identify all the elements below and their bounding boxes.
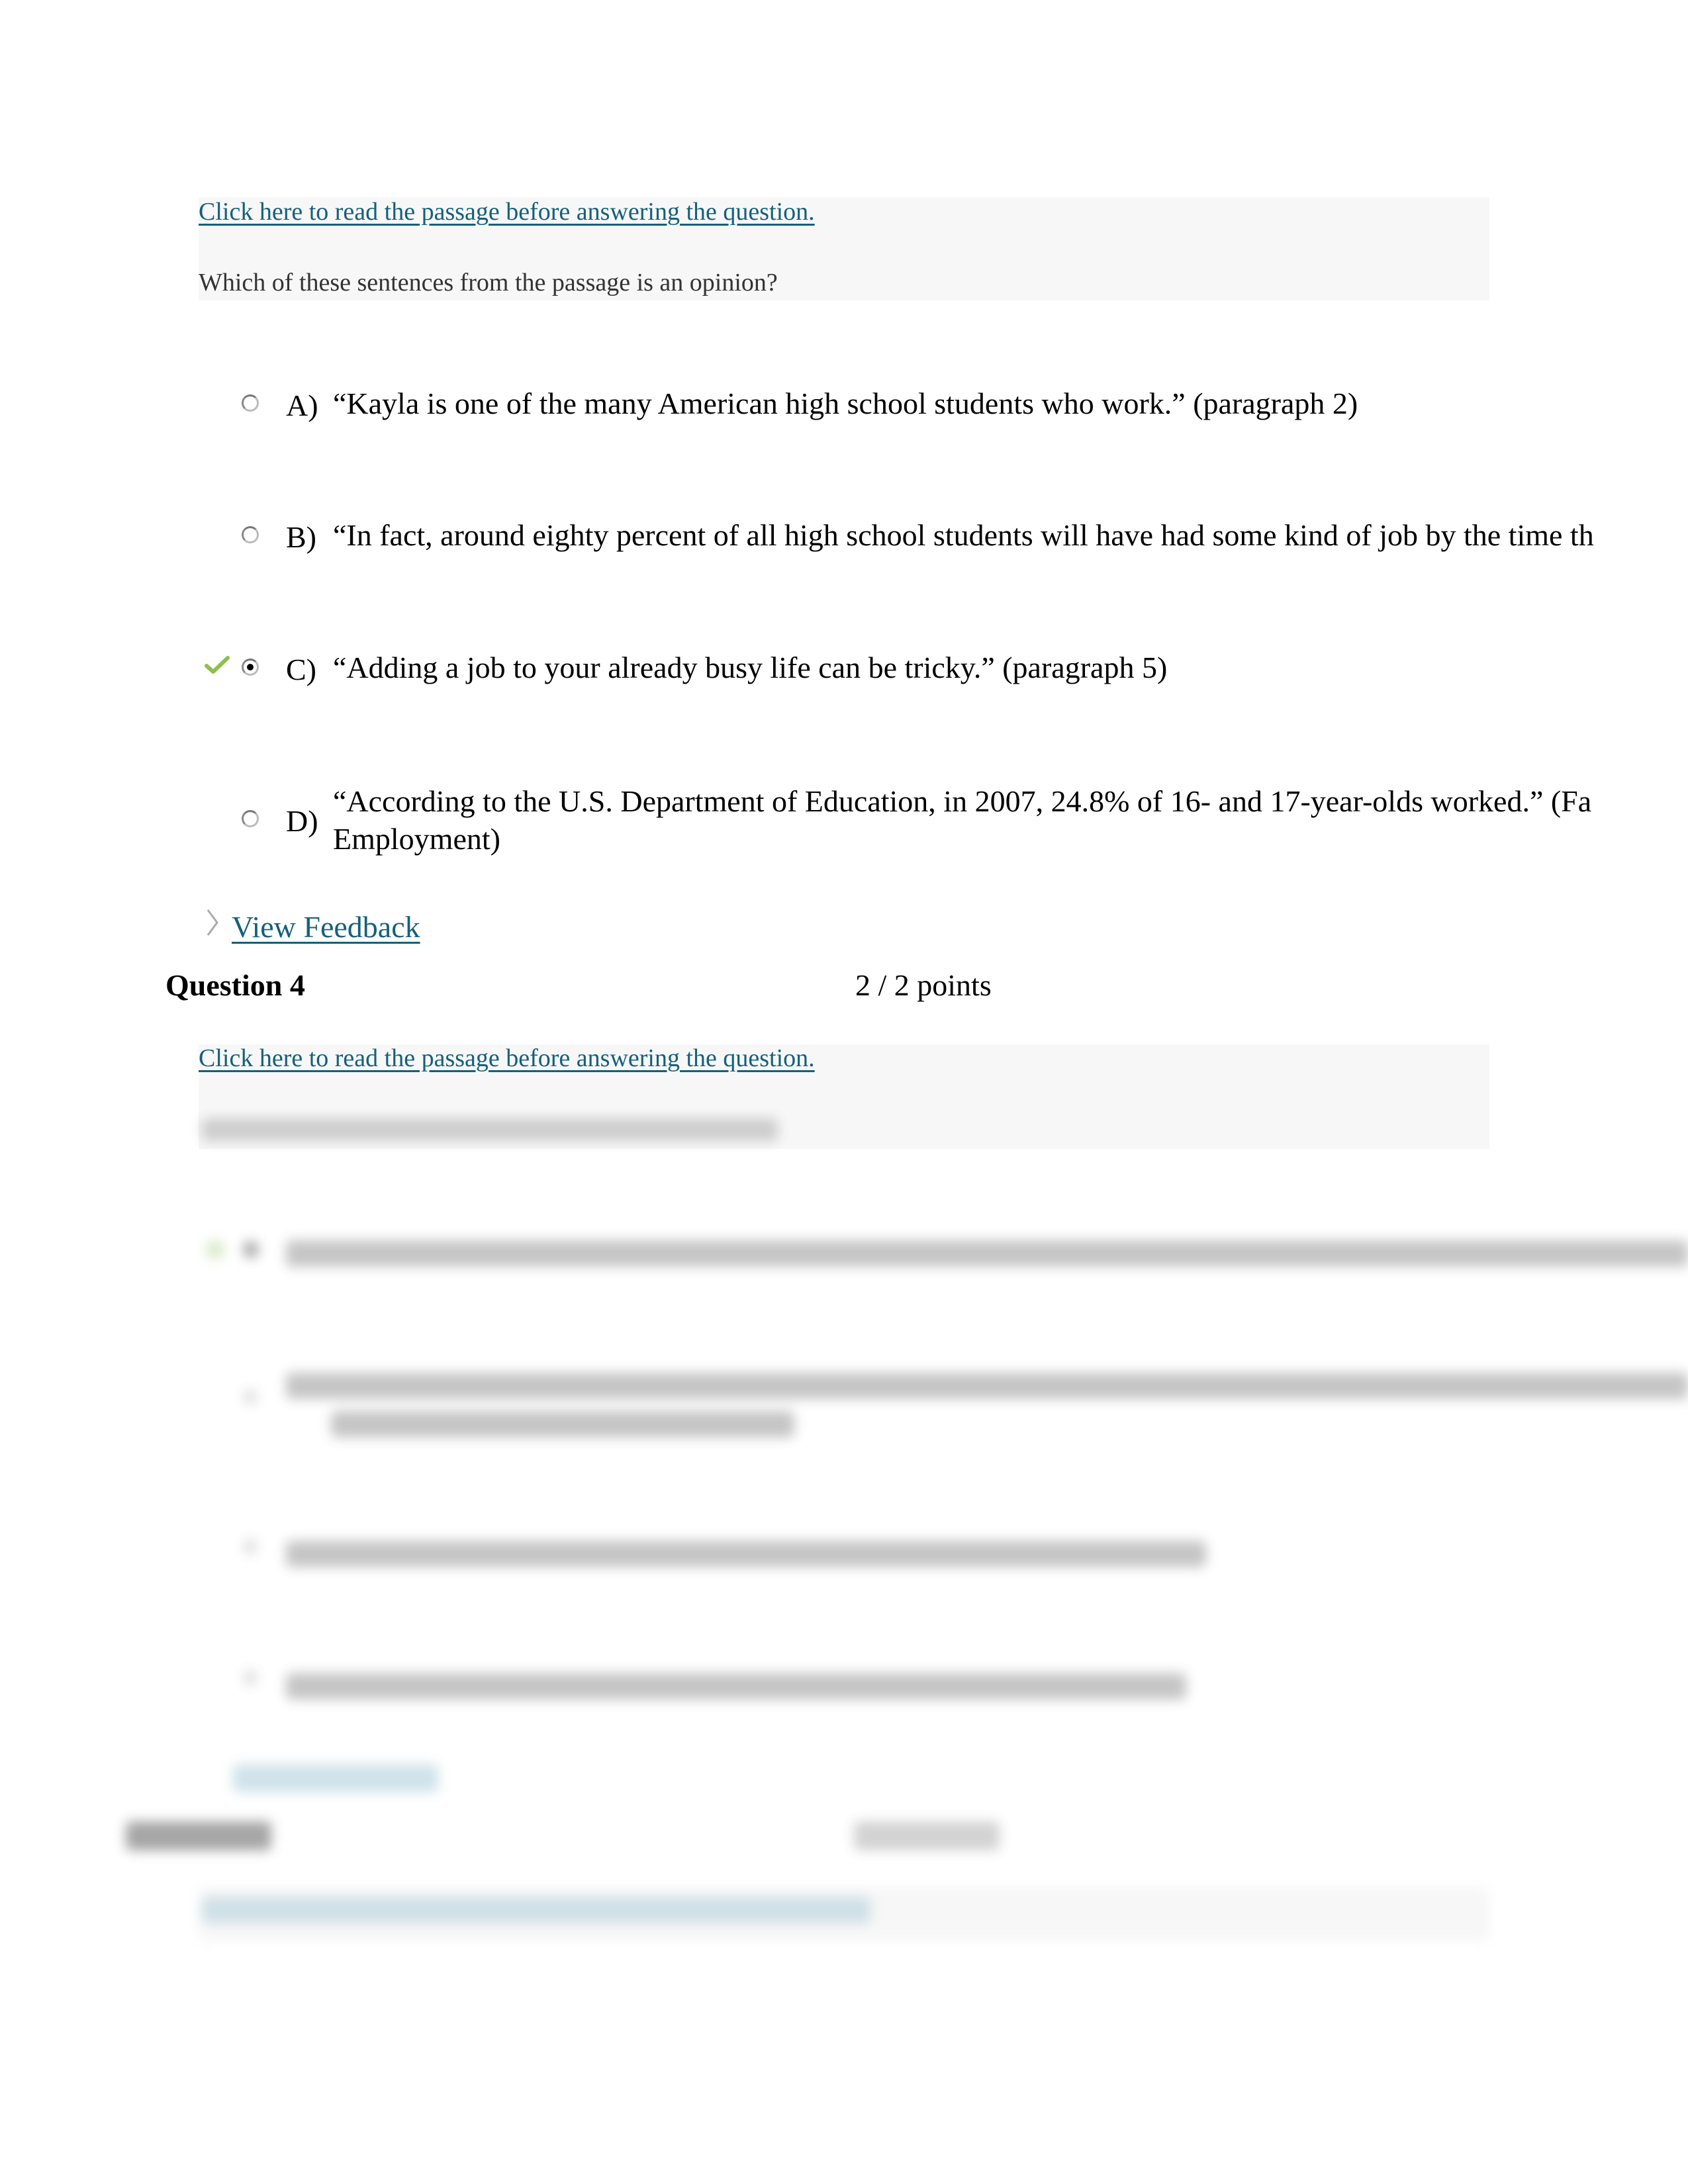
option-letter: D) <box>286 804 318 838</box>
option-letter: B) <box>286 520 316 554</box>
blurred-radio <box>244 1670 257 1685</box>
option-text: “Kayla is one of the many American high … <box>333 387 1358 420</box>
blurred-radio <box>244 1242 258 1257</box>
blurred-check-icon <box>207 1241 224 1258</box>
chevron-right-icon[interactable] <box>205 908 221 937</box>
blurred-option-c <box>286 1541 1206 1567</box>
blurred-question-5-passage-link <box>202 1897 870 1923</box>
option-text-line-1: “According to the U.S. Department of Edu… <box>333 784 1592 818</box>
blurred-question-text <box>202 1118 778 1141</box>
question-4-points: 2 / 2 points <box>855 968 992 1002</box>
blurred-option-a <box>286 1240 1688 1267</box>
blurred-view-feedback <box>233 1764 438 1792</box>
blurred-option-d <box>286 1673 1186 1700</box>
blurred-question-5-title <box>126 1821 271 1850</box>
q3-question-text: Which of these sentences from the passag… <box>199 269 778 296</box>
blurred-option-b-line-1 <box>286 1373 1688 1399</box>
question-4-title: Question 4 <box>165 968 305 1002</box>
option-text: “In fact, around eighty percent of all h… <box>333 518 1594 552</box>
option-letter: C) <box>286 653 316 686</box>
q4-passage-link[interactable]: Click here to read the passage before an… <box>199 1044 815 1073</box>
blurred-radio <box>244 1390 257 1404</box>
radio-button-selected[interactable] <box>242 659 259 676</box>
blurred-option-b-line-2 <box>331 1411 794 1437</box>
q3-view-feedback-link[interactable]: View Feedback <box>232 909 420 944</box>
blurred-radio <box>244 1539 257 1554</box>
option-text: “Adding a job to your already busy life … <box>333 651 1168 684</box>
option-letter: A) <box>286 388 318 422</box>
blurred-question-5-points <box>854 1821 1000 1850</box>
radio-button[interactable] <box>242 810 259 827</box>
radio-button[interactable] <box>242 394 259 412</box>
q3-passage-link[interactable]: Click here to read the passage before an… <box>199 197 815 226</box>
correct-check-icon <box>205 656 230 674</box>
option-text-line-2: Employment) <box>333 822 500 856</box>
radio-button[interactable] <box>242 526 259 543</box>
